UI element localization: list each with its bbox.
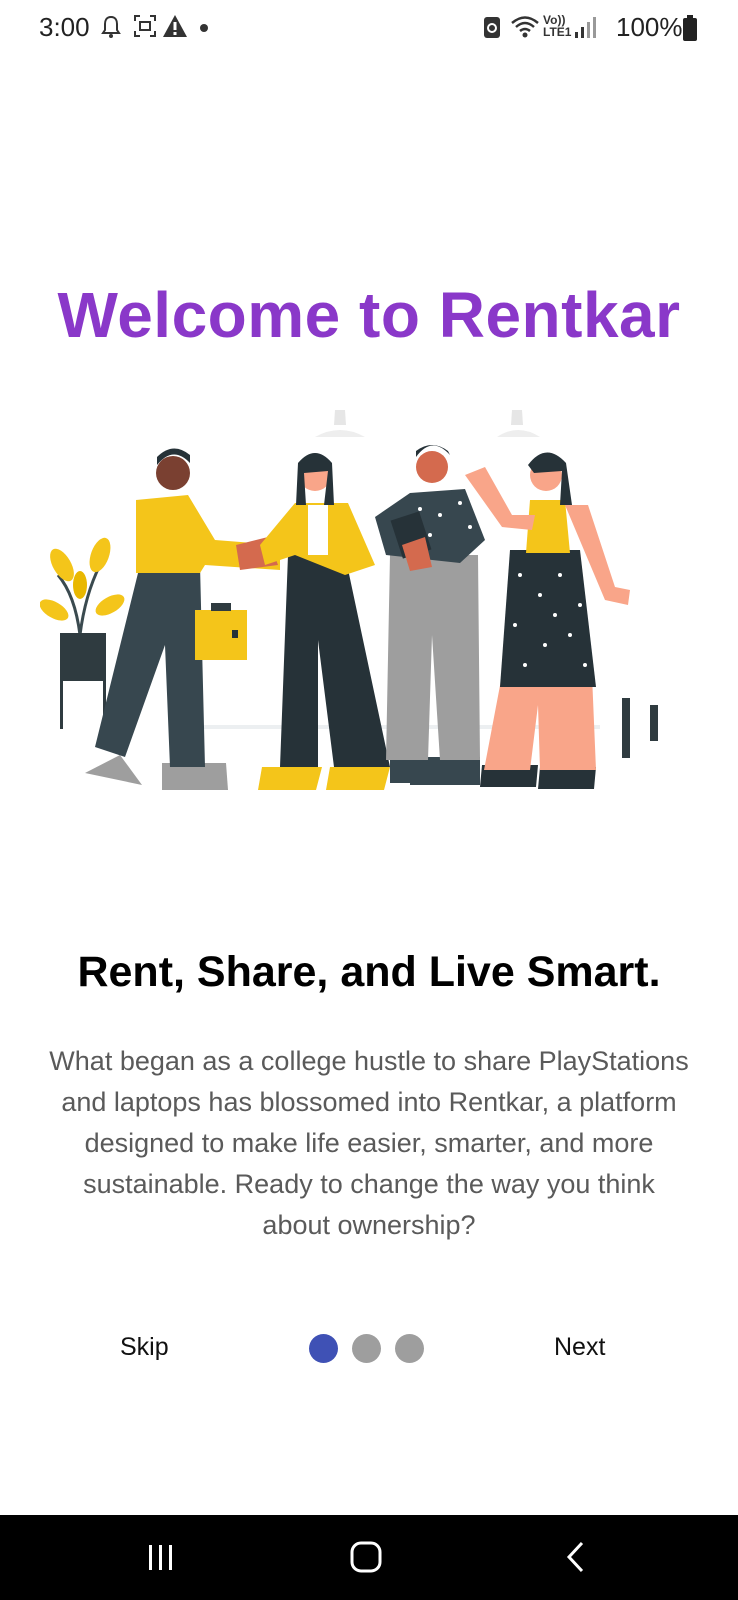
person-4	[465, 452, 630, 789]
wifi-icon	[511, 16, 539, 38]
page-dot	[395, 1334, 424, 1363]
dot-icon	[200, 24, 208, 32]
volte-label-bottom: LTE1	[543, 25, 572, 39]
home-icon[interactable]	[348, 1537, 384, 1577]
person-2	[258, 453, 390, 790]
warning-icon	[163, 15, 187, 37]
recents-icon[interactable]	[144, 1537, 178, 1577]
welcome-title: Welcome to Rentkar	[57, 279, 681, 351]
signal-icon	[575, 17, 596, 38]
onboarding-illustration	[40, 410, 658, 790]
battery-icon	[683, 15, 697, 41]
next-button[interactable]: Next	[554, 1333, 605, 1362]
page-dot	[352, 1334, 381, 1363]
skip-button[interactable]: Skip	[120, 1333, 169, 1362]
battery-percentage: 100%	[616, 12, 683, 42]
onboarding-description: What began as a college hustle to share …	[49, 1046, 689, 1240]
status-time: 3:00	[39, 12, 90, 42]
onboarding-subtitle: Rent, Share, and Live Smart.	[77, 948, 661, 996]
status-bar: 3:00 Vo)) LTE1 100%	[0, 0, 738, 58]
person-1	[85, 448, 280, 790]
bell-icon	[101, 15, 121, 38]
volte-icon: Vo)) LTE1	[543, 14, 571, 42]
system-navigation-bar	[0, 1515, 738, 1600]
person-3	[375, 445, 485, 785]
back-icon[interactable]	[560, 1537, 590, 1577]
data-saver-icon	[484, 17, 500, 38]
page-dot-active	[309, 1334, 338, 1363]
screenshot-icon	[134, 15, 156, 37]
